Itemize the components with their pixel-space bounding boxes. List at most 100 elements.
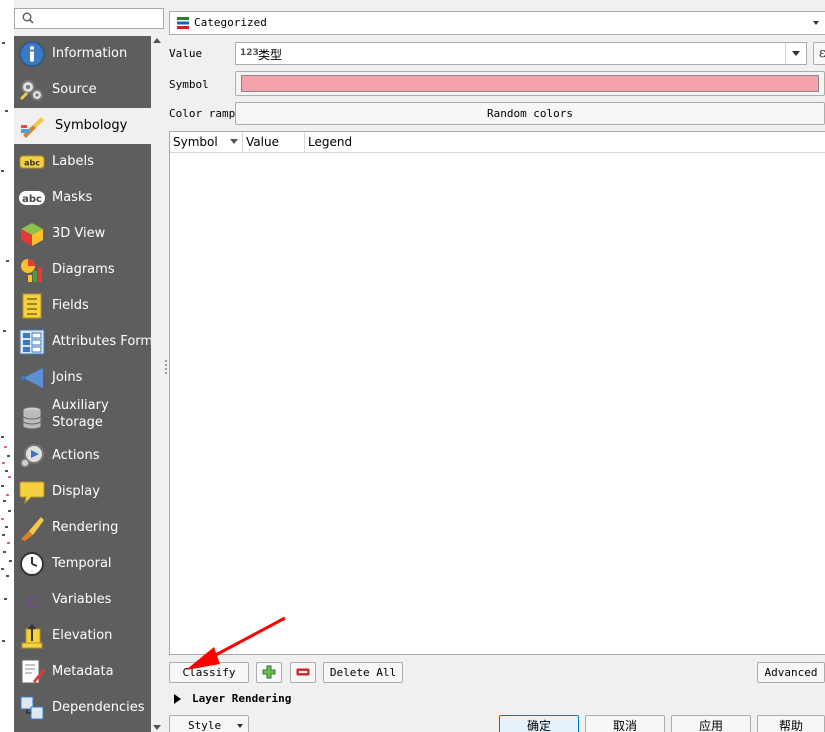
ok-button[interactable]: 确定 <box>499 715 579 732</box>
auxiliary-storage-icon <box>22 406 42 430</box>
splitter-handle[interactable] <box>165 360 168 380</box>
search-box[interactable] <box>14 8 164 29</box>
column-header-legend[interactable]: Legend <box>305 132 825 152</box>
sidebar-item-label: Variables <box>52 592 112 607</box>
info-icon <box>19 41 45 67</box>
chevron-down-icon <box>792 51 800 56</box>
column-label: Symbol <box>173 135 218 149</box>
classify-button[interactable]: Classify <box>169 662 249 683</box>
sort-arrow-icon <box>230 139 238 144</box>
map-canvas-edge <box>0 0 14 732</box>
sidebar-item-label: Masks <box>52 190 93 205</box>
masks-icon: abc <box>19 191 45 205</box>
sidebar-item-label: Joins <box>52 370 83 385</box>
sidebar-item-dependencies[interactable]: Dependencies <box>14 690 151 726</box>
sidebar-item-label: Metadata <box>52 664 114 679</box>
column-label: Legend <box>308 135 353 149</box>
svg-text:abc: abc <box>22 194 42 205</box>
fields-icon <box>22 293 42 319</box>
sidebar-item-metadata[interactable]: Metadata <box>14 654 151 690</box>
value-label: Value <box>169 47 203 60</box>
symbology-icon <box>21 117 44 138</box>
sidebar-item-label: Diagrams <box>52 262 115 277</box>
actions-icon <box>20 444 44 468</box>
renderer-select[interactable]: Categorized <box>169 11 825 35</box>
symbol-label: Symbol <box>169 78 209 91</box>
categories-table[interactable]: Symbol Value Legend <box>169 131 825 655</box>
sidebar-item-symbology[interactable]: Symbology <box>14 108 151 144</box>
rendering-icon <box>21 517 44 541</box>
sidebar-item-actions[interactable]: Actions <box>14 438 151 474</box>
field-type-badge: 123 <box>240 48 259 58</box>
symbol-color-swatch <box>241 75 819 92</box>
column-header-value[interactable]: Value <box>243 132 305 152</box>
chevron-down-icon <box>237 724 243 728</box>
variables-icon: ε <box>26 589 37 613</box>
minus-icon <box>296 668 310 676</box>
sidebar-item-variables[interactable]: ε Variables <box>14 582 151 618</box>
sidebar-item-label: Fields <box>52 298 89 313</box>
elevation-icon <box>21 624 43 649</box>
sidebar-item-label: Source <box>52 82 97 97</box>
sidebar-item-auxiliary-storage[interactable]: Auxiliary Storage <box>14 396 151 440</box>
search-icon <box>22 12 34 24</box>
categorized-renderer-icon <box>177 17 189 29</box>
value-field-select[interactable]: 123 类型 <box>235 42 807 65</box>
apply-button[interactable]: 应用 <box>671 715 751 732</box>
sidebar-item-elevation[interactable]: Elevation <box>14 618 151 654</box>
sidebar-item-information[interactable]: Information <box>14 36 151 72</box>
renderer-label: Categorized <box>194 16 267 29</box>
value-dropdown-button[interactable] <box>785 43 806 64</box>
sidebar-scrollbar[interactable] <box>151 36 164 732</box>
scroll-up-arrow-icon[interactable] <box>153 38 161 43</box>
delete-all-button[interactable]: Delete All <box>323 662 403 683</box>
3d-view-icon <box>21 223 43 246</box>
sidebar-item-label: Display <box>52 484 100 499</box>
search-input[interactable] <box>39 10 163 29</box>
joins-icon <box>20 368 43 388</box>
sidebar-item-label: 3D View <box>52 226 106 241</box>
color-ramp-label: Color ramp <box>169 107 236 120</box>
temporal-icon <box>20 552 44 576</box>
sidebar-item-temporal[interactable]: Temporal <box>14 546 151 582</box>
style-button[interactable]: Style <box>169 715 249 732</box>
properties-sidebar: Information Source Symbology abc Labels … <box>14 36 151 732</box>
sidebar-item-label: Elevation <box>52 628 113 643</box>
source-icon <box>19 80 43 101</box>
sidebar-item-label: Dependencies <box>52 700 145 715</box>
sidebar-item-display[interactable]: Display <box>14 474 151 510</box>
diagrams-icon <box>21 259 42 282</box>
sidebar-item-label: Symbology <box>55 118 128 133</box>
color-ramp-button[interactable]: Random colors <box>235 102 825 125</box>
layer-properties-dialog: Information Source Symbology abc Labels … <box>0 0 825 732</box>
sidebar-item-attributes-form[interactable]: Attributes Form <box>14 324 151 360</box>
sidebar-item-label: Rendering <box>52 520 119 535</box>
display-icon <box>19 481 45 505</box>
sidebar-item-label: Labels <box>52 154 94 169</box>
sidebar-item-label: Actions <box>52 448 100 463</box>
sidebar-item-labels[interactable]: abc Labels <box>14 144 151 180</box>
sidebar-item-masks[interactable]: abc Masks <box>14 180 151 216</box>
add-category-button[interactable] <box>256 662 282 683</box>
advanced-button[interactable]: Advanced <box>757 662 825 683</box>
sidebar-item-3d-view[interactable]: 3D View <box>14 216 151 252</box>
column-label: Value <box>246 135 279 149</box>
sidebar-item-label: Auxiliary Storage <box>52 398 109 430</box>
symbol-button[interactable] <box>235 71 825 96</box>
scroll-down-arrow-icon[interactable] <box>153 725 161 730</box>
delete-category-button[interactable] <box>290 662 316 683</box>
cancel-button[interactable]: 取消 <box>585 715 665 732</box>
sidebar-item-rendering[interactable]: Rendering <box>14 510 151 546</box>
help-button[interactable]: 帮助 <box>757 715 825 732</box>
sidebar-item-label: Information <box>52 46 128 61</box>
sidebar-item-label: Temporal <box>52 556 112 571</box>
labels-icon: abc <box>19 155 45 169</box>
sidebar-item-joins[interactable]: Joins <box>14 360 151 396</box>
column-header-symbol[interactable]: Symbol <box>170 132 243 152</box>
style-label: Style <box>188 719 222 732</box>
expression-button[interactable]: ε <box>813 42 825 65</box>
sidebar-item-fields[interactable]: Fields <box>14 288 151 324</box>
expand-triangle-icon <box>174 694 181 704</box>
sidebar-item-diagrams[interactable]: Diagrams <box>14 252 151 288</box>
sidebar-item-source[interactable]: Source <box>14 72 151 108</box>
